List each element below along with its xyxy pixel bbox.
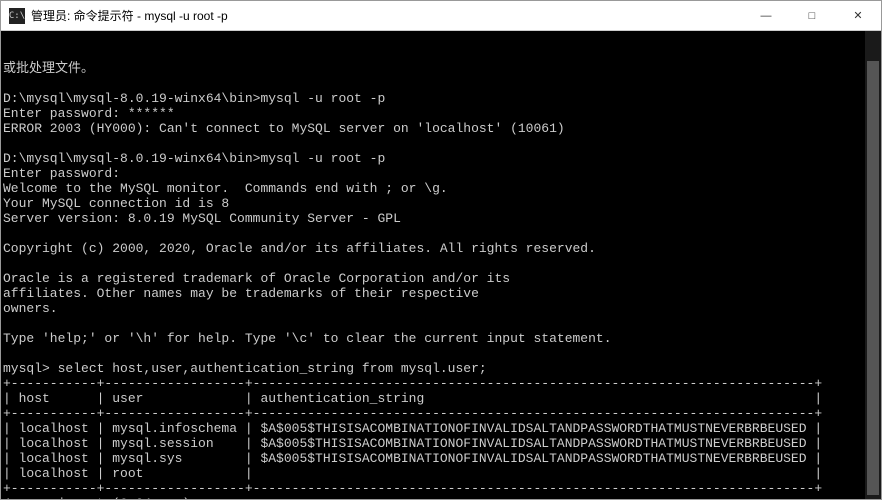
- output-line: Copyright (c) 2000, 2020, Oracle and/or …: [3, 241, 596, 256]
- scrollbar[interactable]: [865, 31, 881, 499]
- window-controls: — □ ✕: [743, 1, 881, 30]
- table-header: | host | user | authentication_string |: [3, 391, 822, 406]
- terminal-output: 或批处理文件。 D:\mysql\mysql-8.0.19-winx64\bin…: [3, 61, 879, 499]
- titlebar[interactable]: C:\ 管理员: 命令提示符 - mysql -u root -p — □ ✕: [1, 1, 881, 31]
- output-line: Enter password:: [3, 166, 120, 181]
- output-line: Type 'help;' or '\h' for help. Type '\c'…: [3, 331, 612, 346]
- table-border: +-----------+------------------+--------…: [3, 406, 822, 421]
- table-row: | localhost | root | |: [3, 466, 822, 481]
- output-line: ERROR 2003 (HY000): Can't connect to MyS…: [3, 121, 565, 136]
- table-border: +-----------+------------------+--------…: [3, 376, 822, 391]
- app-icon: C:\: [9, 8, 25, 24]
- output-line: Oracle is a registered trademark of Orac…: [3, 271, 510, 286]
- terminal-area[interactable]: 或批处理文件。 D:\mysql\mysql-8.0.19-winx64\bin…: [1, 31, 881, 499]
- output-line: 4 rows in set (0.04 sec): [3, 496, 190, 499]
- output-line: 或批处理文件。: [3, 61, 94, 76]
- table-border: +-----------+------------------+--------…: [3, 481, 822, 496]
- output-line: Enter password: ******: [3, 106, 175, 121]
- close-button[interactable]: ✕: [835, 1, 881, 30]
- minimize-button[interactable]: —: [743, 1, 789, 30]
- table-row: | localhost | mysql.infoschema | $A$005$…: [3, 421, 822, 436]
- output-line: Server version: 8.0.19 MySQL Community S…: [3, 211, 401, 226]
- table-row: | localhost | mysql.sys | $A$005$THISISA…: [3, 451, 822, 466]
- output-line: affiliates. Other names may be trademark…: [3, 286, 479, 301]
- terminal-window: C:\ 管理员: 命令提示符 - mysql -u root -p — □ ✕ …: [0, 0, 882, 500]
- table-row: | localhost | mysql.session | $A$005$THI…: [3, 436, 822, 451]
- maximize-button[interactable]: □: [789, 1, 835, 30]
- window-title: 管理员: 命令提示符 - mysql -u root -p: [31, 7, 743, 24]
- output-line: owners.: [3, 301, 58, 316]
- output-line: Your MySQL connection id is 8: [3, 196, 229, 211]
- output-line: mysql> select host,user,authentication_s…: [3, 361, 487, 376]
- output-line: D:\mysql\mysql-8.0.19-winx64\bin>mysql -…: [3, 91, 385, 106]
- output-line: D:\mysql\mysql-8.0.19-winx64\bin>mysql -…: [3, 151, 385, 166]
- scrollbar-thumb[interactable]: [867, 61, 879, 495]
- output-line: Welcome to the MySQL monitor. Commands e…: [3, 181, 448, 196]
